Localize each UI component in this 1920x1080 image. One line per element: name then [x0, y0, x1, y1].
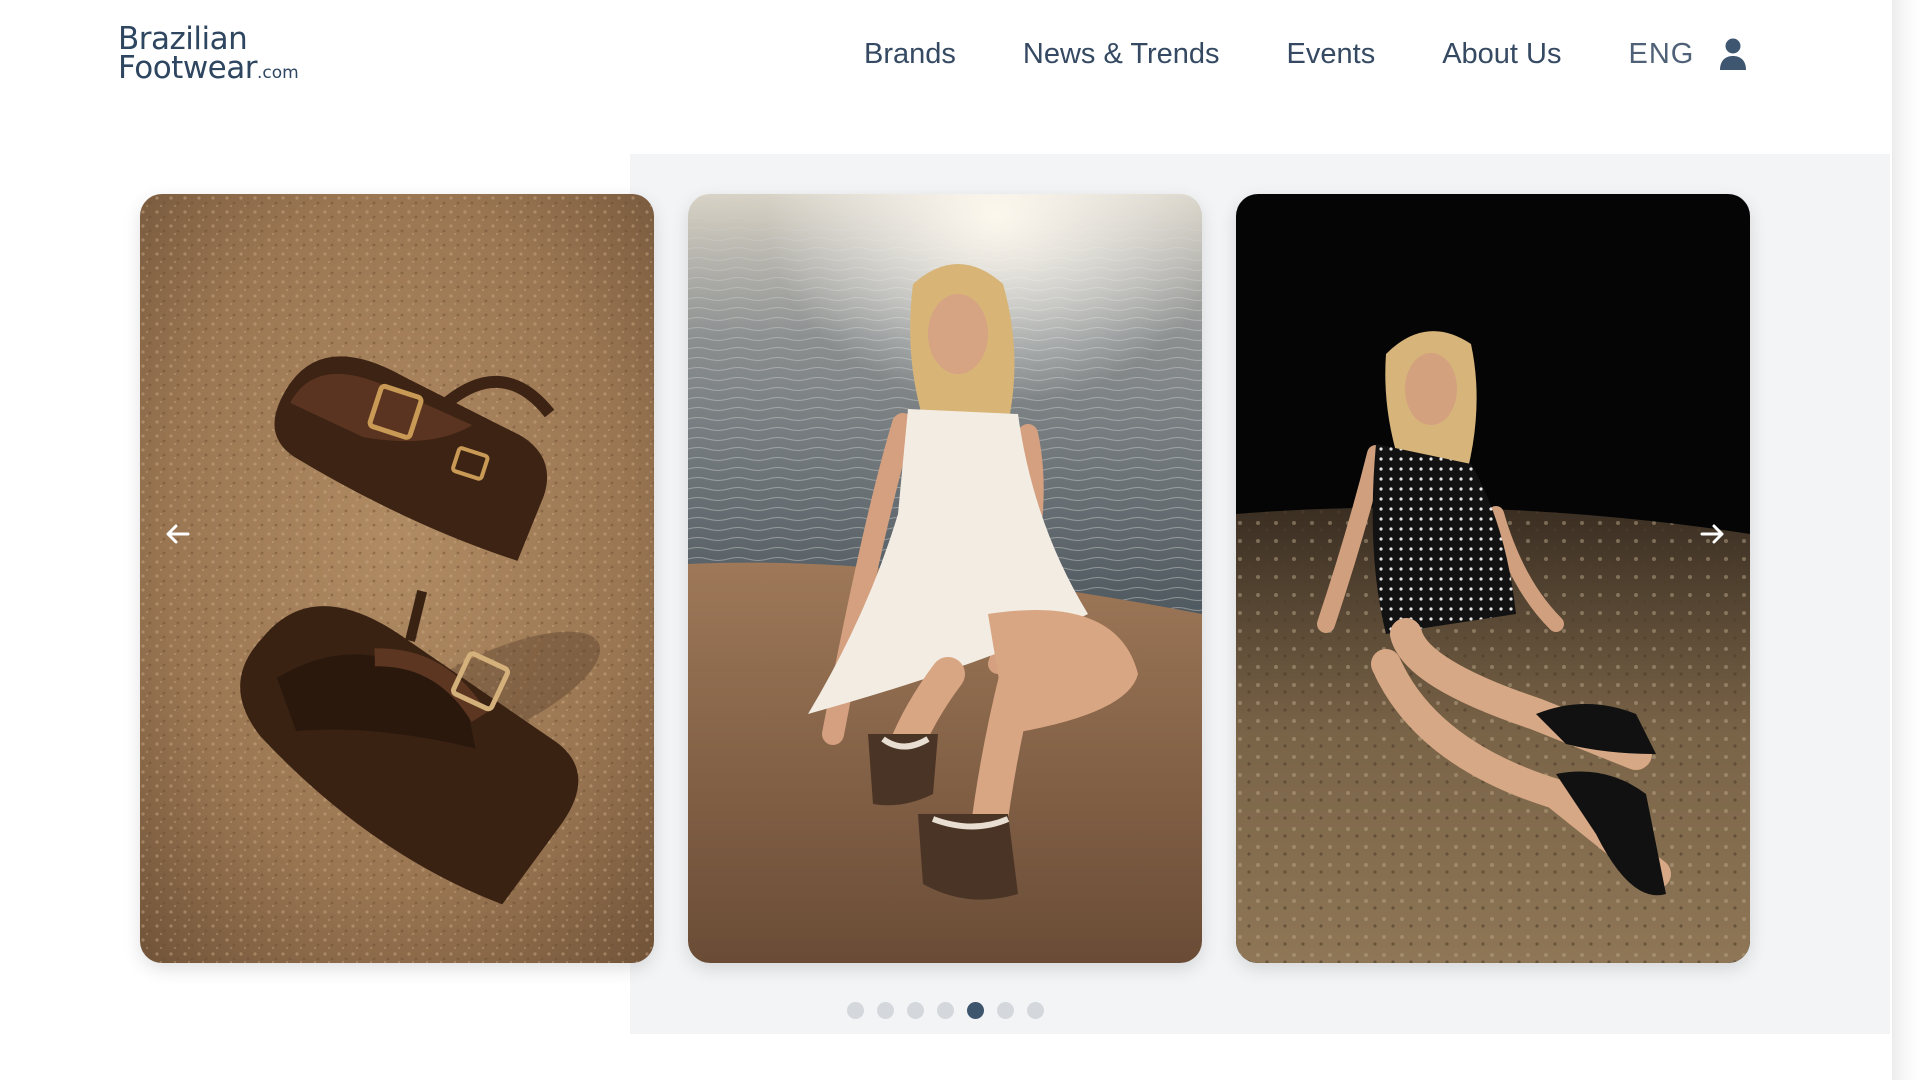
carousel-dot-6[interactable]: [997, 1002, 1014, 1019]
carousel-slide-black-dress[interactable]: [1236, 194, 1750, 963]
carousel-dot-3[interactable]: [907, 1002, 924, 1019]
carousel-next-button[interactable]: [1694, 516, 1730, 552]
nav-events[interactable]: Events: [1287, 38, 1376, 71]
nav-about-us[interactable]: About Us: [1442, 38, 1561, 71]
site-header: Brazilian Footwear.com Brands News & Tre…: [0, 0, 1892, 110]
scrollbar-edge: [1892, 0, 1920, 1080]
carousel-dot-5[interactable]: [967, 1002, 984, 1019]
carousel-prev-button[interactable]: [160, 516, 196, 552]
carousel-slide-white-dress[interactable]: [688, 194, 1202, 963]
arrow-left-icon: [166, 524, 190, 544]
user-account-icon[interactable]: [1718, 37, 1748, 71]
sandals-product-photo: [140, 194, 654, 963]
nav-news-trends[interactable]: News & Trends: [1023, 38, 1220, 71]
logo-suffix: .com: [256, 63, 299, 83]
language-switcher[interactable]: ENG: [1629, 38, 1695, 71]
page: Brazilian Footwear.com Brands News & Tre…: [0, 0, 1920, 1080]
carousel-pagination: [847, 1002, 1057, 1019]
carousel-dot-2[interactable]: [877, 1002, 894, 1019]
site-logo[interactable]: Brazilian Footwear.com: [118, 24, 299, 84]
carousel-dot-1[interactable]: [847, 1002, 864, 1019]
nav-brands[interactable]: Brands: [864, 38, 956, 71]
model-white-dress-photo: [688, 194, 1202, 963]
model-black-dress-photo: [1236, 194, 1750, 963]
logo-line-2: Footwear.com: [118, 53, 299, 84]
logo-word: Footwear: [118, 50, 257, 86]
main-nav: Brands News & Trends Events About Us ENG: [864, 34, 1748, 74]
carousel-dot-7[interactable]: [1027, 1002, 1044, 1019]
carousel-slide-sandals[interactable]: [140, 194, 654, 963]
carousel-dot-4[interactable]: [937, 1002, 954, 1019]
arrow-right-icon: [1700, 524, 1724, 544]
